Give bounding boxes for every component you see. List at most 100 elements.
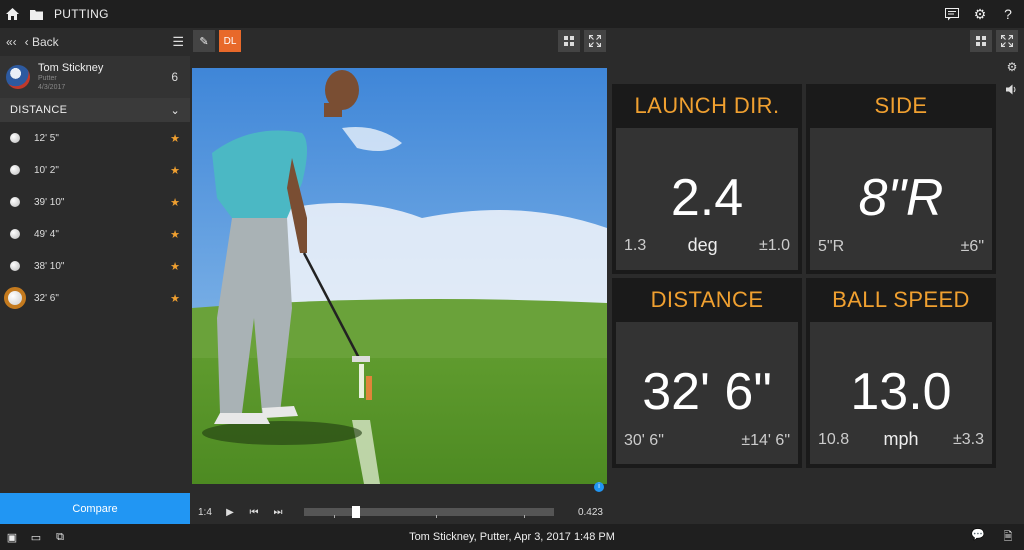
swing-video[interactable] bbox=[192, 68, 607, 484]
settings-icon[interactable]: ⚙ bbox=[1007, 60, 1018, 74]
ball-icon bbox=[10, 229, 20, 239]
metrics-grid: LAUNCH DIR. 2.4 1.3 deg ±1.0 SIDE 8"R 5"… bbox=[612, 84, 996, 470]
metrics-toolbar bbox=[970, 28, 1024, 54]
scrubber-tick bbox=[334, 515, 335, 518]
dl-button[interactable]: DL bbox=[219, 30, 241, 52]
speaker-icon[interactable] bbox=[1006, 84, 1018, 98]
collapse-icon[interactable]: «‹ bbox=[6, 35, 17, 49]
status-caption: Tom Stickney, Putter, Apr 3, 2017 1:48 P… bbox=[409, 531, 615, 543]
putting-scene bbox=[192, 68, 607, 484]
ball-icon bbox=[10, 261, 20, 271]
playback-rate[interactable]: 1:4 bbox=[192, 507, 218, 518]
scrubber-tick bbox=[524, 515, 525, 518]
metric-title: DISTANCE bbox=[650, 287, 764, 312]
ball-icon bbox=[4, 287, 26, 309]
playback-time: 0.423 bbox=[577, 506, 603, 518]
playback-bar: 1:4 ▶ ⏮ ⏭ 0.423 bbox=[192, 500, 607, 524]
metric-min: 1.3 bbox=[624, 236, 647, 254]
shot-list: 12' 5" ★ 10' 2" ★ 39' 10" ★ 49' 4" ★ 38' 10"… bbox=[0, 122, 190, 314]
metric-title: LAUNCH DIR. bbox=[634, 93, 780, 118]
shot-distance: 10' 2" bbox=[34, 164, 59, 176]
shot-item[interactable]: 39' 10" ★ bbox=[0, 186, 190, 218]
sidebar-toggle-icon[interactable]: ▣ bbox=[0, 531, 24, 544]
metric-value: 13.0 bbox=[850, 363, 952, 421]
info-icon[interactable]: i bbox=[594, 482, 604, 492]
ball-icon bbox=[10, 165, 20, 175]
user-row[interactable]: Tom Stickney Putter 4/3/2017 6 bbox=[0, 56, 190, 98]
star-icon[interactable]: ★ bbox=[170, 196, 180, 209]
scrubber-thumb[interactable] bbox=[352, 506, 361, 518]
metric-title: BALL SPEED bbox=[832, 287, 970, 312]
star-icon[interactable]: ★ bbox=[170, 292, 180, 305]
video-toolbar: ✎ DL bbox=[190, 28, 608, 54]
play-icon[interactable]: ▶ bbox=[218, 507, 242, 518]
user-club: Putter bbox=[38, 75, 57, 82]
chat-icon[interactable] bbox=[940, 0, 964, 28]
step-back-icon[interactable]: ⏮ bbox=[242, 507, 266, 518]
gear-icon[interactable]: ⚙ bbox=[968, 0, 992, 28]
folder-icon[interactable] bbox=[24, 0, 48, 28]
metric-value: 2.4 bbox=[670, 169, 744, 227]
back-button[interactable]: ‹ Back bbox=[25, 35, 59, 49]
scrubber[interactable] bbox=[304, 506, 554, 518]
comment-icon[interactable]: 💬 bbox=[966, 528, 990, 547]
user-name: Tom Stickney bbox=[38, 62, 104, 74]
step-forward-icon[interactable]: ⏭ bbox=[266, 507, 290, 518]
chevron-down-icon[interactable]: ⌄ bbox=[170, 104, 180, 117]
shot-item[interactable]: 12' 5" ★ bbox=[0, 122, 190, 154]
shot-distance: 39' 10" bbox=[34, 196, 65, 208]
metric-deviation: ±1.0 bbox=[758, 236, 790, 254]
menu-icon[interactable]: ☰ bbox=[172, 34, 184, 50]
shot-item-selected[interactable]: 32' 6" ★ bbox=[0, 282, 190, 314]
home-icon[interactable] bbox=[0, 0, 24, 28]
star-icon[interactable]: ★ bbox=[170, 132, 180, 145]
sidebar: «‹ ‹ Back ☰ Tom Stickney Putter 4/3/2017… bbox=[0, 28, 190, 524]
metric-deviation: ±6" bbox=[960, 238, 984, 255]
help-icon[interactable]: ? bbox=[996, 0, 1020, 28]
metric-min: 5"R bbox=[818, 238, 845, 255]
ball-icon bbox=[10, 197, 20, 207]
shot-item[interactable]: 10' 2" ★ bbox=[0, 154, 190, 186]
draw-tool-button[interactable]: ✎ bbox=[193, 30, 215, 52]
app-window: PUTTING ⚙ ? «‹ ‹ Back ☰ Tom Stickney Put… bbox=[0, 0, 1024, 550]
star-icon[interactable]: ★ bbox=[170, 228, 180, 241]
shot-distance: 32' 6" bbox=[34, 292, 59, 304]
metric-value: 32' 6" bbox=[642, 363, 772, 421]
expand-icon[interactable] bbox=[996, 30, 1018, 52]
metric-tile-launch-dir[interactable]: LAUNCH DIR. 2.4 1.3 deg ±1.0 bbox=[612, 84, 802, 274]
metric-min: 10.8 bbox=[818, 430, 850, 448]
app-title: PUTTING bbox=[54, 7, 109, 21]
layout-icon[interactable]: ▭ bbox=[24, 531, 48, 544]
distance-section-header[interactable]: DISTANCE ⌄ bbox=[0, 98, 190, 122]
user-date: 4/3/2017 bbox=[38, 84, 66, 91]
shot-item[interactable]: 38' 10" ★ bbox=[0, 250, 190, 282]
star-icon[interactable]: ★ bbox=[170, 260, 180, 273]
grid-view-icon[interactable] bbox=[558, 30, 580, 52]
copy-icon[interactable]: ⧉ bbox=[48, 531, 72, 544]
side-icons: ⚙ bbox=[1000, 60, 1024, 98]
metric-unit: mph bbox=[883, 429, 919, 449]
metric-tile-distance[interactable]: DISTANCE 32' 6" 30' 6" ±14' 6" bbox=[612, 278, 802, 468]
shot-count: 6 bbox=[171, 70, 178, 84]
grid-view-icon[interactable] bbox=[970, 30, 992, 52]
metric-deviation: ±3.3 bbox=[952, 430, 984, 448]
metric-tile-ball-speed[interactable]: BALL SPEED 13.0 10.8 mph ±3.3 bbox=[806, 278, 996, 468]
back-row: «‹ ‹ Back ☰ bbox=[0, 28, 190, 56]
document-icon[interactable]: 🗎 bbox=[996, 528, 1020, 547]
metric-tile-side[interactable]: SIDE 8"R 5"R ±6" bbox=[806, 84, 996, 274]
section-title: DISTANCE bbox=[10, 104, 68, 116]
ball-icon bbox=[10, 133, 20, 143]
star-icon[interactable]: ★ bbox=[170, 164, 180, 177]
metric-value: 8"R bbox=[858, 169, 944, 227]
metric-title: SIDE bbox=[874, 93, 928, 118]
shot-distance: 12' 5" bbox=[34, 132, 59, 144]
avatar bbox=[6, 65, 30, 89]
top-bar: PUTTING ⚙ ? bbox=[0, 0, 1024, 28]
metric-min: 30' 6" bbox=[624, 432, 664, 449]
shot-distance: 38' 10" bbox=[34, 260, 65, 272]
expand-icon[interactable] bbox=[584, 30, 606, 52]
metric-unit: deg bbox=[687, 235, 718, 255]
shot-item[interactable]: 49' 4" ★ bbox=[0, 218, 190, 250]
compare-button[interactable]: Compare bbox=[0, 493, 190, 524]
metric-deviation: ±14' 6" bbox=[741, 432, 790, 449]
